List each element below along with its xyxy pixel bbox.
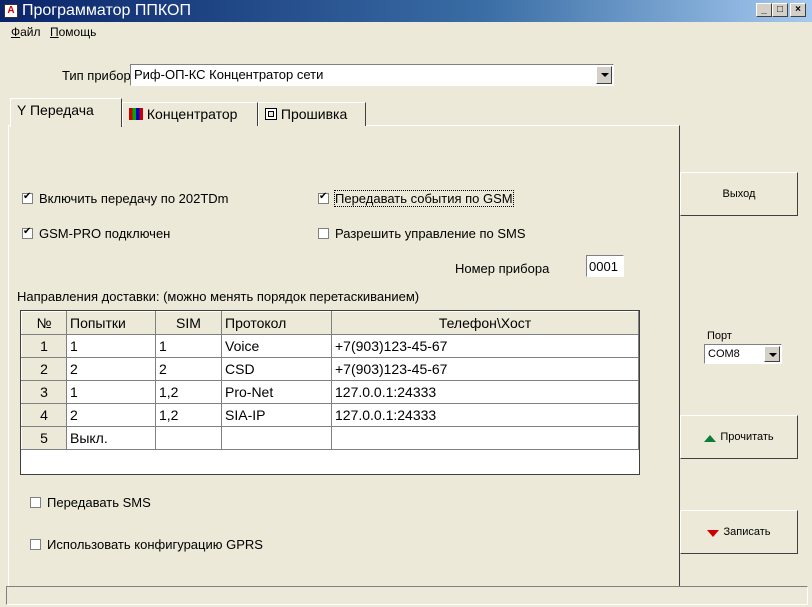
cell-tries[interactable]: Выкл. bbox=[66, 426, 156, 450]
menu-file[interactable]: Файл bbox=[11, 24, 41, 40]
checkbox-gsm-events-label: Передавать события по GSM bbox=[334, 190, 514, 207]
column-header-sim[interactable]: SIM bbox=[155, 311, 222, 335]
checkbox-send-sms[interactable]: Передавать SMS bbox=[30, 495, 151, 511]
read-button-label: Прочитать bbox=[720, 431, 774, 443]
checkbox-gsm-events[interactable]: Передавать события по GSM bbox=[318, 190, 514, 207]
cell-protocol[interactable] bbox=[221, 426, 332, 450]
close-icon[interactable]: × bbox=[790, 3, 806, 17]
port-label: Порт bbox=[707, 330, 732, 342]
chevron-down-icon[interactable] bbox=[596, 66, 612, 84]
minimize-icon[interactable]: _ bbox=[756, 3, 772, 17]
table-row[interactable]: 3 1 1,2 Pro-Net 127.0.0.1:24333 bbox=[21, 380, 639, 404]
row-number: 5 bbox=[21, 426, 67, 450]
cell-sim[interactable] bbox=[155, 426, 222, 450]
checkbox-gsm-pro-label: GSM-PRO подключен bbox=[39, 226, 171, 241]
checkbox-enable-202[interactable]: Включить передачу по 202TDm bbox=[22, 191, 229, 207]
tab-concentrator-label: Концентратор bbox=[146, 106, 238, 122]
cell-sim[interactable]: 1,2 bbox=[155, 403, 222, 427]
device-type-select[interactable]: Риф-ОП-КС Концентратор сети bbox=[130, 64, 614, 86]
table-row[interactable]: 4 2 1,2 SIA-IP 127.0.0.1:24333 bbox=[21, 403, 639, 427]
app-icon[interactable]: A bbox=[4, 4, 18, 18]
device-number-label: Номер прибора bbox=[455, 261, 550, 276]
column-header-no[interactable]: № bbox=[21, 311, 67, 335]
column-header-host[interactable]: Телефон\Хост bbox=[331, 311, 639, 335]
window-title: Программатор ППКОП bbox=[22, 2, 191, 19]
checkbox-icon[interactable] bbox=[22, 191, 33, 204]
checkbox-icon[interactable] bbox=[318, 228, 329, 239]
checkbox-sms-control-label: Разрешить управление по SMS bbox=[335, 226, 526, 241]
cell-tries[interactable]: 1 bbox=[66, 380, 156, 404]
checkbox-icon[interactable] bbox=[30, 539, 41, 550]
chevron-down-icon[interactable] bbox=[764, 346, 780, 362]
colored-bars-icon bbox=[129, 108, 143, 120]
menu-help[interactable]: Помощь bbox=[50, 24, 96, 40]
cell-protocol[interactable]: Pro-Net bbox=[221, 380, 332, 404]
row-number: 4 bbox=[21, 403, 67, 427]
cell-protocol[interactable]: SIA-IP bbox=[221, 403, 332, 427]
checkbox-gsm-pro[interactable]: GSM-PRO подключен bbox=[22, 226, 170, 242]
exit-button-label: Выход bbox=[722, 188, 756, 200]
port-value: COM8 bbox=[708, 348, 740, 360]
read-button[interactable]: Прочитать bbox=[680, 415, 798, 459]
cell-host[interactable]: +7(903)123-45-67 bbox=[331, 334, 639, 358]
cell-host[interactable]: 127.0.0.1:24333 bbox=[331, 380, 639, 404]
port-select[interactable]: COM8 bbox=[704, 344, 782, 364]
chip-icon bbox=[265, 108, 277, 120]
checkbox-icon[interactable] bbox=[22, 226, 33, 239]
checkbox-sms-control[interactable]: Разрешить управление по SMS bbox=[318, 226, 526, 242]
cell-host[interactable]: +7(903)123-45-67 bbox=[331, 357, 639, 381]
antenna-icon: Y bbox=[17, 102, 27, 118]
exit-button[interactable]: Выход bbox=[680, 172, 798, 216]
tab-firmware[interactable]: Прошивка bbox=[258, 102, 366, 126]
checkbox-icon[interactable] bbox=[30, 497, 41, 508]
row-number: 2 bbox=[21, 357, 67, 381]
device-type-value: Риф-ОП-КС Концентратор сети bbox=[134, 67, 324, 82]
cell-tries[interactable]: 1 bbox=[66, 334, 156, 358]
cell-sim[interactable]: 2 bbox=[155, 357, 222, 381]
column-header-protocol[interactable]: Протокол bbox=[221, 311, 332, 335]
checkbox-enable-202-label: Включить передачу по 202TDm bbox=[39, 191, 229, 206]
device-number-input[interactable]: 0001 bbox=[586, 255, 624, 277]
maximize-icon[interactable]: □ bbox=[772, 3, 788, 17]
tab-transfer[interactable]: Y Передача bbox=[10, 98, 122, 127]
write-button[interactable]: Записать bbox=[680, 510, 798, 554]
checkbox-send-sms-label: Передавать SMS bbox=[47, 495, 151, 510]
row-number: 1 bbox=[21, 334, 67, 358]
checkbox-icon[interactable] bbox=[318, 191, 329, 204]
row-number: 3 bbox=[21, 380, 67, 404]
cell-protocol[interactable]: Voice bbox=[221, 334, 332, 358]
cell-sim[interactable]: 1,2 bbox=[155, 380, 222, 404]
cell-tries[interactable]: 2 bbox=[66, 403, 156, 427]
cell-tries[interactable]: 2 bbox=[66, 357, 156, 381]
cell-protocol[interactable]: CSD bbox=[221, 357, 332, 381]
cell-host[interactable] bbox=[331, 426, 639, 450]
tab-firmware-label: Прошивка bbox=[280, 106, 348, 122]
device-type-label: Тип прибора bbox=[62, 68, 138, 83]
tab-transfer-label: Передача bbox=[29, 102, 94, 118]
table-row[interactable]: 1 1 1 Voice +7(903)123-45-67 bbox=[21, 334, 639, 358]
delivery-grid[interactable]: № Попытки SIM Протокол Телефон\Хост 1 1 … bbox=[20, 310, 640, 475]
table-row[interactable]: 2 2 2 CSD +7(903)123-45-67 bbox=[21, 357, 639, 381]
checkbox-gprs-config-label: Использовать конфигурацию GPRS bbox=[47, 537, 263, 552]
burn-icon bbox=[707, 530, 720, 537]
cell-host[interactable]: 127.0.0.1:24333 bbox=[331, 403, 639, 427]
column-header-tries[interactable]: Попытки bbox=[66, 311, 156, 335]
cell-sim[interactable]: 1 bbox=[155, 334, 222, 358]
status-bar bbox=[6, 586, 808, 605]
delivery-caption: Направления доставки: (можно менять поря… bbox=[17, 289, 420, 304]
eject-icon bbox=[704, 435, 717, 442]
write-button-label: Записать bbox=[723, 526, 771, 538]
checkbox-gprs-config[interactable]: Использовать конфигурацию GPRS bbox=[30, 537, 263, 553]
table-row[interactable]: 5 Выкл. bbox=[21, 426, 639, 450]
tab-concentrator[interactable]: Концентратор bbox=[122, 102, 258, 126]
